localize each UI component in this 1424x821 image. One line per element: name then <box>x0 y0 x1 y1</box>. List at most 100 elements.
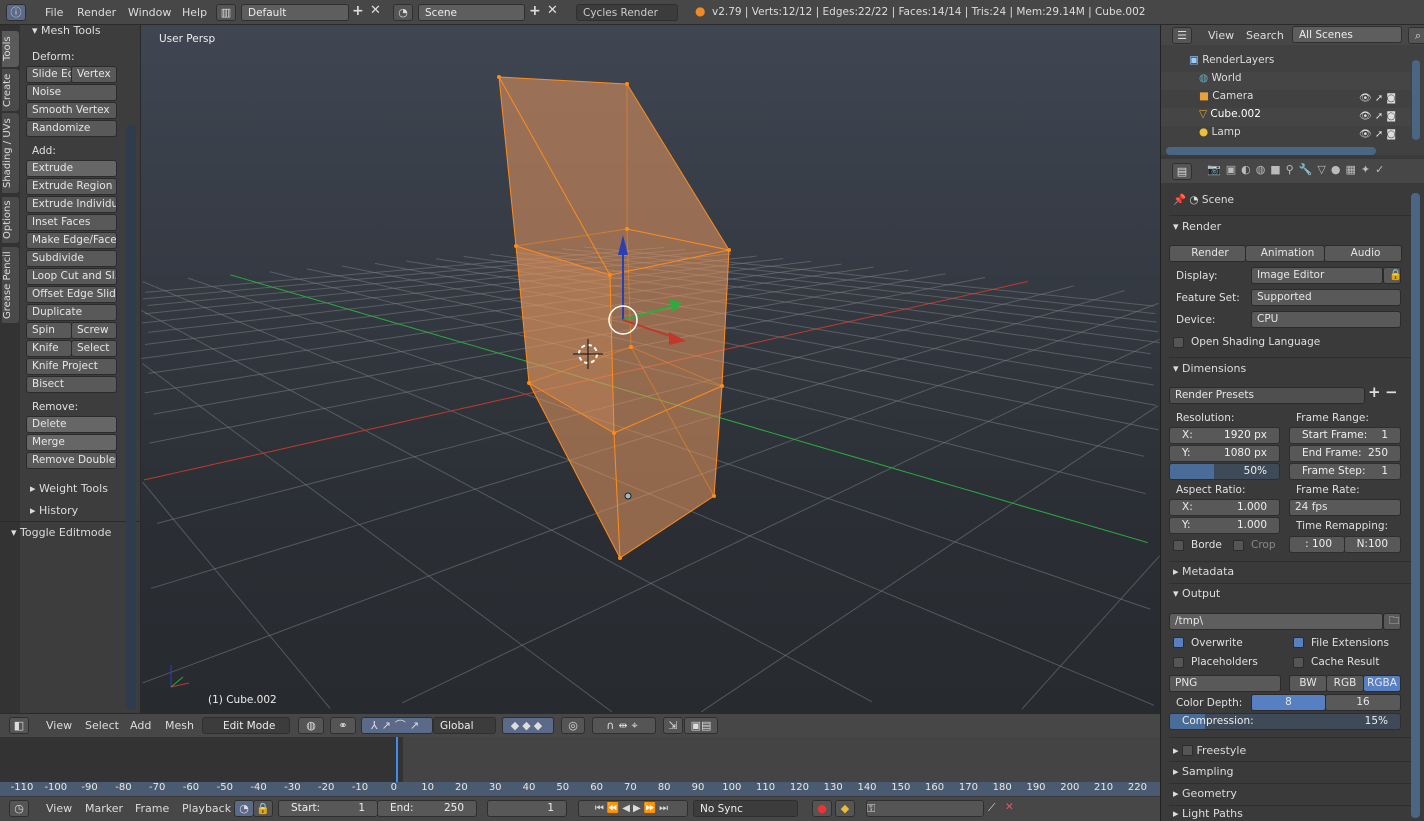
outliner-item-camera[interactable]: ■ Camera <box>1199 90 1253 102</box>
smooth-vertex-button[interactable]: Smooth Vertex <box>26 102 117 119</box>
outliner-editor-icon[interactable]: ☰ <box>1172 27 1192 44</box>
extrude-dropdown[interactable]: Extrude <box>26 160 117 177</box>
inset-faces-button[interactable]: Inset Faces <box>26 214 117 231</box>
snap-icons[interactable]: ∩⇹⌖ <box>592 717 656 734</box>
folder-icon[interactable]: 🗀 <box>1383 613 1401 630</box>
animation-button[interactable]: Animation <box>1245 245 1325 262</box>
close-layout-icon[interactable]: ✕ <box>370 3 381 18</box>
weight-tools-panel[interactable]: ▸ Weight Tools <box>30 482 108 495</box>
toggle-editmode-panel[interactable]: ▾ Toggle Editmode <box>11 526 111 539</box>
proportional-edit-icon[interactable]: ◎ <box>561 717 585 734</box>
add-preset-icon[interactable]: + <box>1368 383 1381 401</box>
device-select[interactable]: CPU <box>1251 311 1401 328</box>
lock-icon[interactable]: 🔒 <box>1383 267 1401 284</box>
history-panel[interactable]: ▸ History <box>30 504 78 517</box>
pivot-point-icon[interactable]: ⚭ <box>330 717 356 734</box>
timeline-area[interactable] <box>0 737 1160 782</box>
frame-menu[interactable]: Frame <box>135 802 169 815</box>
viewport-shading-icon[interactable]: ◍ <box>298 717 324 734</box>
feature-set-select[interactable]: Supported <box>1251 289 1401 306</box>
outliner-menu-view[interactable]: View <box>1208 29 1234 42</box>
file-format-select[interactable]: PNG <box>1169 675 1281 692</box>
depth-8-button[interactable]: 8 <box>1251 694 1326 711</box>
extrude-region-button[interactable]: Extrude Region <box>26 178 117 195</box>
timeline-editor-icon[interactable]: ◷ <box>9 800 29 817</box>
depth-16-button[interactable]: 16 <box>1325 694 1401 711</box>
insert-keyframe-icon[interactable]: ⟋ <box>988 802 995 815</box>
freestyle-panel-header[interactable]: ▸ Freestyle <box>1173 743 1246 757</box>
panel-title[interactable]: ▾ Mesh Tools <box>32 24 101 37</box>
properties-scrollbar[interactable] <box>1411 193 1420 818</box>
start-frame-field[interactable]: Start Frame: 1 <box>1289 427 1401 444</box>
add-layout-icon[interactable]: + <box>352 3 364 19</box>
view-menu[interactable]: View <box>46 719 72 732</box>
viewport-canvas[interactable] <box>141 25 1160 713</box>
border-checkbox[interactable] <box>1173 540 1184 551</box>
mode-select[interactable]: Edit Mode <box>202 717 290 734</box>
screw-button[interactable]: Screw <box>71 322 117 339</box>
resolution-percentage-slider[interactable]: 50% <box>1169 463 1280 480</box>
resolution-x-field[interactable]: X: 1920 px <box>1169 427 1280 444</box>
color-bw-button[interactable]: BW <box>1289 675 1327 692</box>
restrict-icons[interactable]: 👁 ➚ ◙ 👁 ➚ ◙ 👁 ➚ ◙ <box>1359 90 1396 144</box>
menu-window[interactable]: Window <box>128 6 171 19</box>
start-frame-field[interactable]: Start: 1 <box>278 800 378 817</box>
add-menu[interactable]: Add <box>130 719 151 732</box>
loop-cut-button[interactable]: Loop Cut and Sl... <box>26 268 117 285</box>
crop-checkbox[interactable] <box>1233 540 1244 551</box>
delete-keyframe-icon[interactable]: ✕ <box>1005 801 1014 813</box>
3d-viewport[interactable]: User Persp (1) Cube.002 <box>141 25 1160 713</box>
select-menu[interactable]: Select <box>85 719 119 732</box>
outliner-h-scrollbar[interactable] <box>1166 147 1376 155</box>
offset-edge-slide-button[interactable]: Offset Edge Slide <box>26 286 117 303</box>
dimensions-panel-header[interactable]: ▾ Dimensions <box>1173 362 1246 375</box>
playback-menu[interactable]: Playback <box>182 802 231 815</box>
render-presets-select[interactable]: Render Presets <box>1169 387 1365 404</box>
aspect-x-field[interactable]: X: 1.000 <box>1169 499 1280 516</box>
delete-dropdown[interactable]: Delete <box>26 416 117 433</box>
properties-editor-icon[interactable]: ▤ <box>1172 163 1192 180</box>
render-panel-header[interactable]: ▾ Render <box>1173 220 1221 233</box>
outliner-item-lamp[interactable]: ● Lamp <box>1199 126 1241 138</box>
frame-step-field[interactable]: Frame Step: 1 <box>1289 463 1401 480</box>
spin-button[interactable]: Spin <box>26 322 72 339</box>
knife-project-button[interactable]: Knife Project <box>26 358 117 375</box>
compression-slider[interactable]: Compression: 15% <box>1169 713 1401 730</box>
display-select[interactable]: Image Editor <box>1251 267 1383 284</box>
screen-layout-icon[interactable]: ▥ <box>216 4 236 21</box>
close-scene-icon[interactable]: ✕ <box>547 3 558 18</box>
slide-vertex-button[interactable]: Vertex <box>71 66 117 83</box>
output-panel-header[interactable]: ▾ Output <box>1173 587 1220 600</box>
playhead[interactable] <box>395 737 398 782</box>
timeline-view-menu[interactable]: View <box>46 802 72 815</box>
tool-shelf-scrollbar[interactable] <box>126 125 136 710</box>
add-scene-icon[interactable]: + <box>529 3 541 19</box>
snap-target-icon[interactable]: ⇲ <box>663 717 683 734</box>
audio-button[interactable]: Audio <box>1324 245 1402 262</box>
marker-menu[interactable]: Marker <box>85 802 123 815</box>
playback-controls[interactable]: ⏮⏪◀▶⏩⏭ <box>578 800 688 817</box>
scene-icon[interactable]: ◔ <box>393 4 413 21</box>
render-opengl-icons[interactable]: ▣▤ <box>684 717 718 734</box>
sync-select[interactable]: No Sync <box>693 800 798 817</box>
menu-help[interactable]: Help <box>182 6 207 19</box>
overwrite-checkbox[interactable] <box>1173 637 1184 648</box>
noise-button[interactable]: Noise <box>26 84 117 101</box>
current-frame-field[interactable]: 1 <box>487 800 567 817</box>
cache-result-checkbox[interactable] <box>1293 657 1304 668</box>
knife-button[interactable]: Knife <box>26 340 72 357</box>
color-rgb-button[interactable]: RGB <box>1326 675 1364 692</box>
preview-range-icon[interactable]: ◔ <box>234 800 254 817</box>
output-path-field[interactable]: /tmp\ <box>1169 613 1383 630</box>
outliner-v-scrollbar[interactable] <box>1412 60 1420 140</box>
remove-preset-icon[interactable]: − <box>1385 383 1398 401</box>
remap-old-field[interactable]: : 100 <box>1289 536 1345 553</box>
timeline-ruler[interactable]: -110 -100 -90 -80 -70 -60 -50 -40 -30 -20 -10 0 10 20… <box>0 782 1160 796</box>
metadata-panel-header[interactable]: ▸ Metadata <box>1173 565 1234 578</box>
placeholders-checkbox[interactable] <box>1173 657 1184 668</box>
keyframe-icon[interactable]: ◆ <box>835 800 855 817</box>
manipulator-icons[interactable]: ⅄↗⌒↗ <box>361 717 433 734</box>
menu-render[interactable]: Render <box>77 6 116 19</box>
merge-dropdown[interactable]: Merge <box>26 434 117 451</box>
pin-icon[interactable]: 📌 <box>1173 194 1189 206</box>
